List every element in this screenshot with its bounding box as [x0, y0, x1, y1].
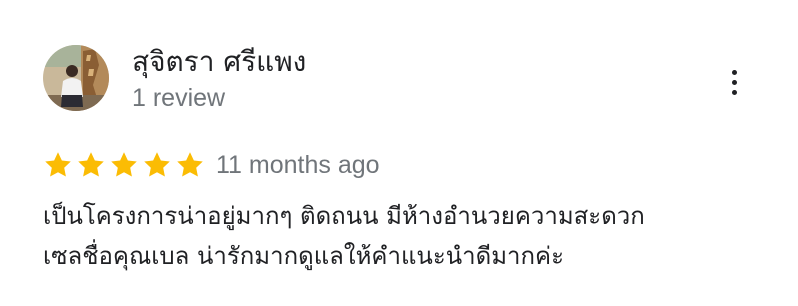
review-text-line: เป็นโครงการน่าอยู่มากๆ ติดถนน มีห้างอำนว… — [43, 202, 645, 230]
more-vert-icon-dot — [731, 89, 737, 95]
star-icon — [45, 152, 71, 177]
review-text-line: เซลชื่อคุณเบล น่ารักมากดูแลให้คำแนะนำดีม… — [43, 242, 564, 270]
reviewer-photo-icon — [43, 45, 109, 111]
more-options-button[interactable] — [718, 64, 750, 100]
star-icon — [177, 152, 203, 177]
review-card: สุจิตรา ศรีแพง 1 review 11 months ago เป… — [0, 0, 798, 306]
star-icon — [144, 152, 170, 177]
review-count[interactable]: 1 review — [132, 83, 225, 113]
reviewer-name[interactable]: สุจิตรา ศรีแพง — [132, 42, 306, 82]
review-timestamp: 11 months ago — [216, 151, 380, 179]
more-vert-icon — [731, 69, 737, 75]
more-vert-icon-dot — [731, 79, 737, 85]
star-rating — [43, 148, 205, 182]
review-text: เป็นโครงการน่าอยู่มากๆ ติดถนน มีห้างอำนว… — [43, 196, 763, 276]
star-icon — [78, 152, 104, 177]
avatar[interactable] — [43, 45, 109, 111]
star-icon — [111, 152, 137, 177]
